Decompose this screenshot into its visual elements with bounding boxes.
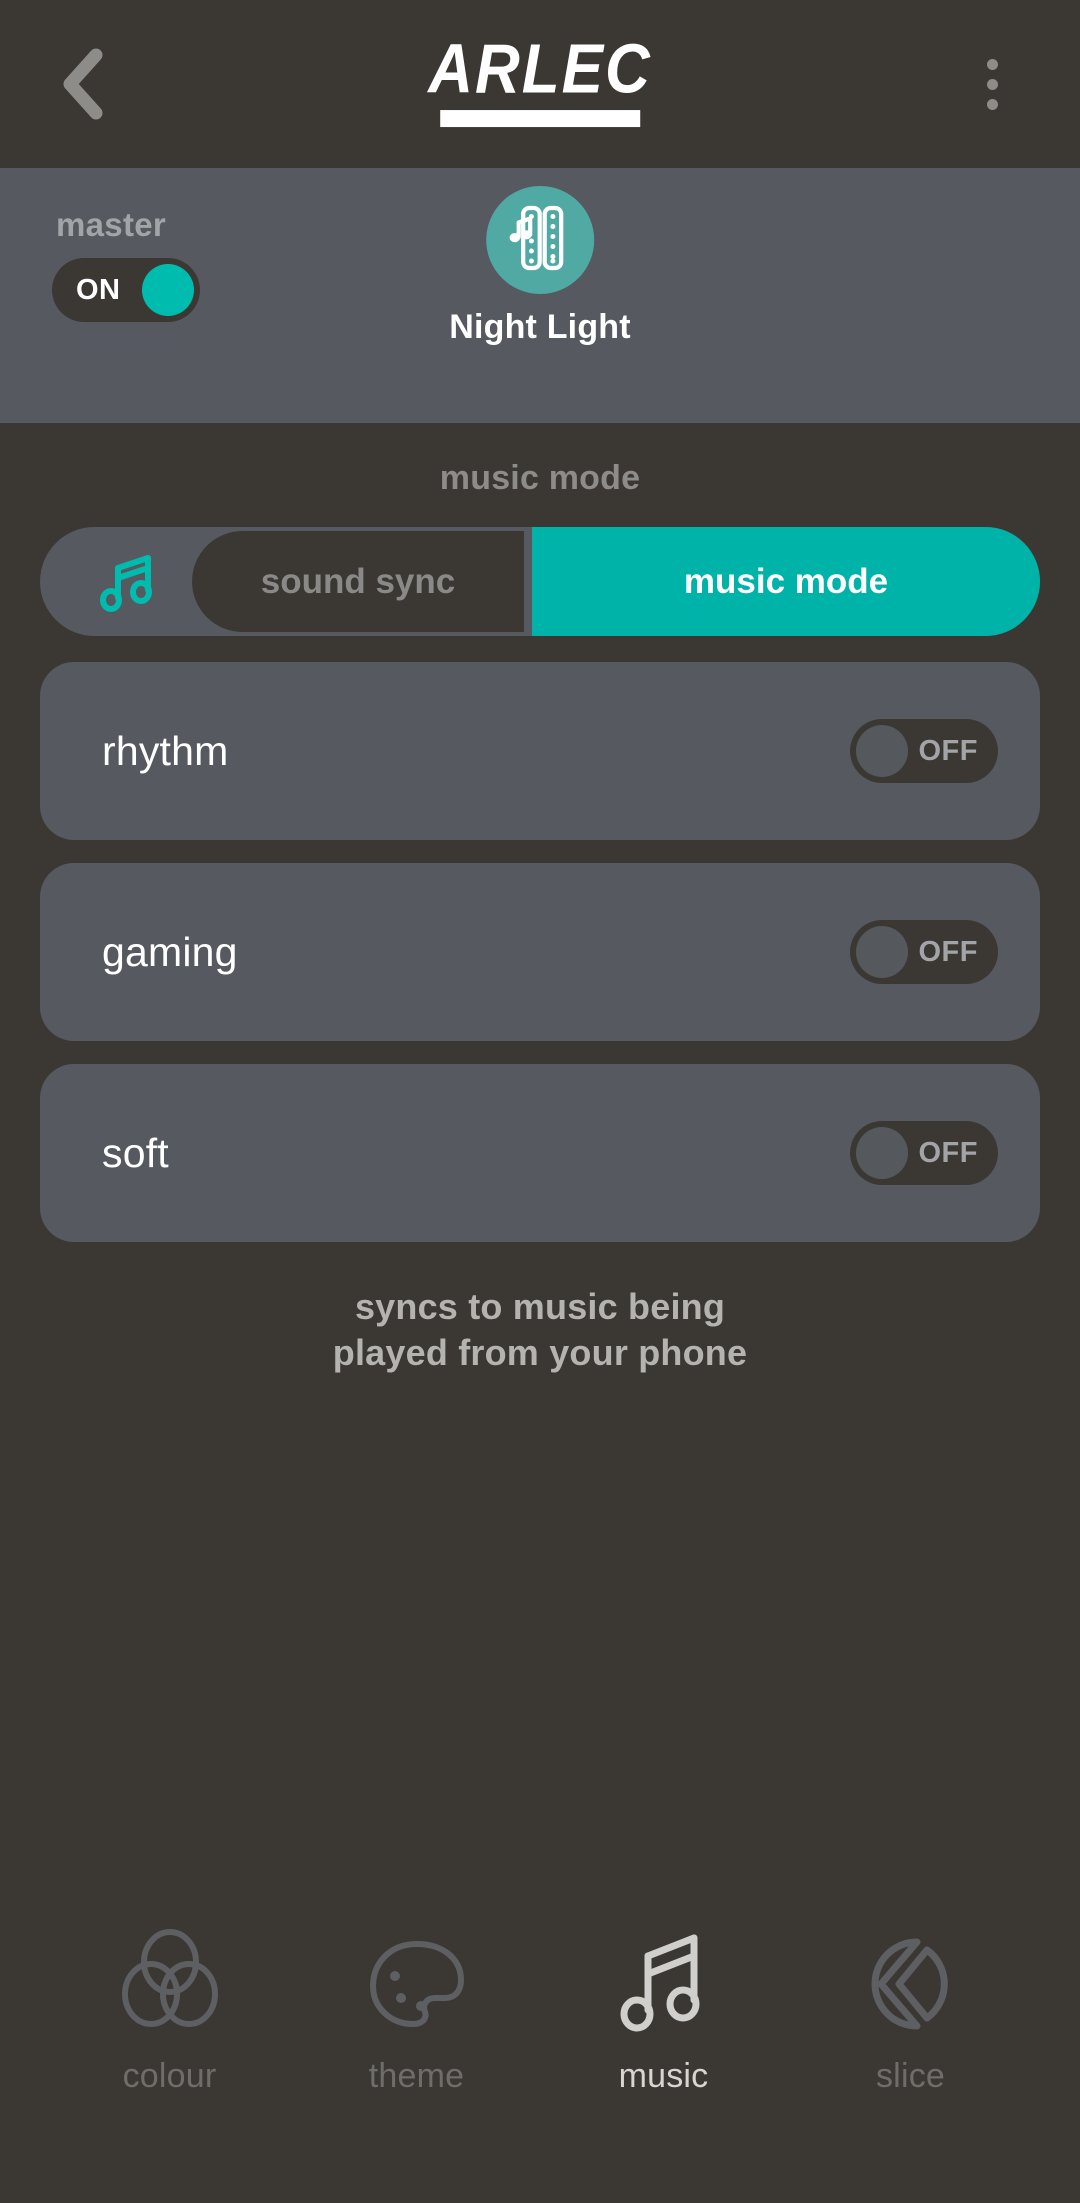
device-panel: master ON Night Light — [0, 168, 1080, 423]
chevron-left-icon — [60, 47, 106, 121]
option-toggle-rhythm-knob — [856, 725, 908, 777]
arlec-logo-underline — [440, 109, 640, 127]
nav-label-music: music — [618, 2057, 709, 2095]
option-toggle-soft-state: OFF — [918, 1136, 978, 1169]
main-content: music mode sound sync music mode rhythm — [0, 423, 1080, 1913]
mode-option-list: rhythm OFF gaming OFF soft OFF — [40, 662, 1040, 1242]
option-toggle-soft-knob — [856, 1127, 908, 1179]
kebab-menu-icon-dot2 — [986, 78, 998, 90]
device-name: Night Light — [449, 308, 631, 346]
option-toggle-gaming[interactable]: OFF — [850, 920, 998, 984]
option-label-soft: soft — [102, 1129, 169, 1176]
section-title: music mode — [439, 459, 641, 497]
app-root: ARLEC master ON Night Light music mode s… — [0, 0, 1080, 2203]
option-row-soft[interactable]: soft OFF — [40, 1064, 1040, 1242]
option-toggle-rhythm[interactable]: OFF — [850, 719, 998, 783]
nav-item-theme[interactable]: theme — [293, 1925, 540, 2096]
option-label-rhythm: rhythm — [102, 727, 229, 774]
nav-label-slice: slice — [875, 2057, 946, 2095]
option-label-gaming: gaming — [102, 928, 238, 975]
master-label: master — [56, 206, 167, 243]
pie-slice-icon — [855, 1925, 967, 2043]
kebab-menu-icon-dot3 — [986, 98, 998, 110]
kebab-menu-icon — [986, 58, 998, 70]
option-toggle-gaming-knob — [856, 926, 908, 978]
arlec-logo: ARLEC — [428, 30, 652, 127]
nav-label-theme: theme — [368, 2057, 465, 2095]
nav-item-slice[interactable]: slice — [787, 1925, 1034, 2096]
option-row-gaming[interactable]: gaming OFF — [40, 863, 1040, 1041]
bottom-navigation: colour theme music slice — [0, 1913, 1080, 2203]
option-toggle-soft[interactable]: OFF — [850, 1121, 998, 1185]
nav-item-colour[interactable]: colour — [46, 1925, 293, 2096]
mode-description-line2: played from your phone — [332, 1332, 748, 1374]
device-avatar[interactable] — [486, 186, 594, 294]
back-button[interactable] — [60, 48, 132, 120]
master-control: master ON — [52, 206, 200, 322]
segment-music-mode[interactable]: music mode — [532, 527, 1040, 636]
option-row-rhythm[interactable]: rhythm OFF — [40, 662, 1040, 840]
mode-segmented-control: sound sync music mode — [40, 527, 1040, 636]
device-summary: Night Light — [449, 186, 631, 347]
master-toggle-knob — [142, 264, 194, 316]
master-toggle[interactable]: ON — [52, 258, 200, 322]
nav-label-colour: colour — [122, 2057, 217, 2095]
paint-palette-icon — [361, 1925, 473, 2043]
music-note-icon — [614, 1925, 714, 2043]
music-note-icon — [98, 546, 182, 618]
overflow-menu-button[interactable] — [956, 48, 1028, 120]
mode-description-line1: syncs to music being — [354, 1286, 726, 1327]
arlec-logo-text: ARLEC — [428, 30, 652, 109]
option-toggle-gaming-state: OFF — [918, 935, 978, 968]
mode-description: syncs to music being played from your ph… — [333, 1284, 747, 1376]
segment-sound-sync[interactable]: sound sync — [192, 531, 524, 632]
option-toggle-rhythm-state: OFF — [918, 734, 978, 767]
master-toggle-state: ON — [76, 273, 121, 306]
night-light-music-strip-icon — [501, 199, 579, 282]
overlapping-circles-icon — [118, 1925, 222, 2043]
app-header: ARLEC — [0, 0, 1080, 168]
nav-item-music[interactable]: music — [540, 1925, 787, 2096]
